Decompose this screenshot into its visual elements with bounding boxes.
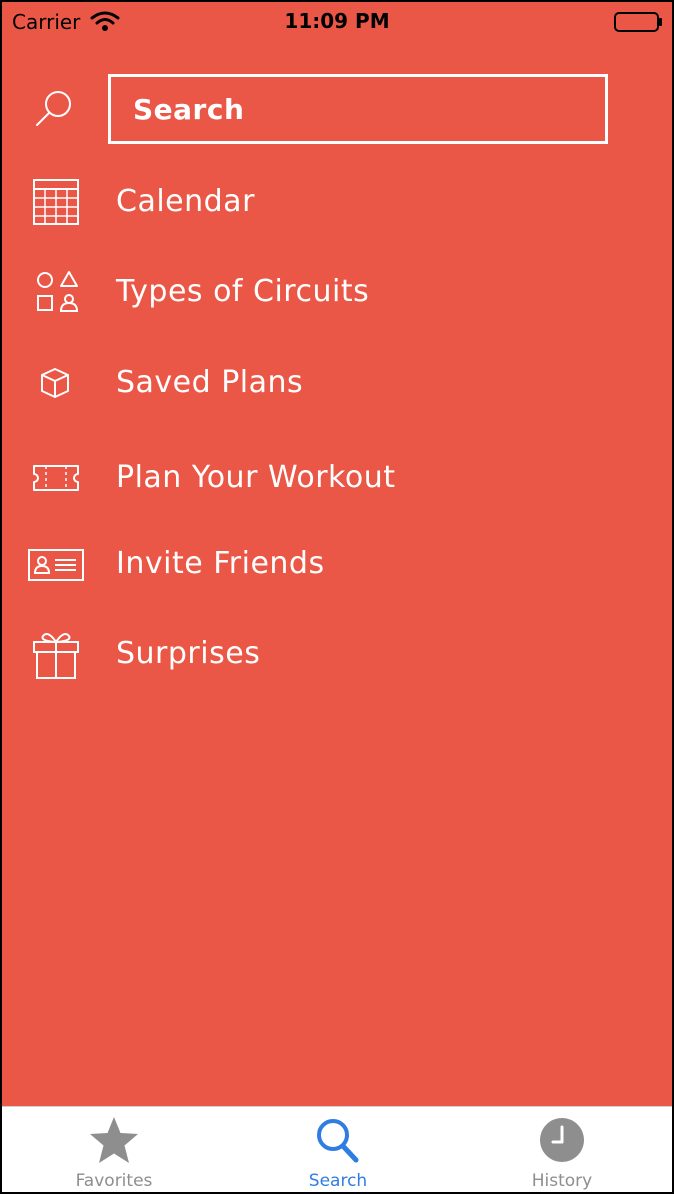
gift-icon	[33, 633, 79, 679]
tab-label: History	[531, 1171, 593, 1191]
box-icon	[41, 368, 69, 398]
search-input[interactable]: Search	[108, 74, 608, 144]
menu-item-saved-plans[interactable]: Saved Plans	[2, 351, 622, 415]
clock-icon	[540, 1118, 584, 1162]
menu-item-label: Calendar	[116, 184, 255, 219]
menu-item-label: Plan Your Workout	[116, 460, 396, 495]
menu-item-label: Invite Friends	[116, 546, 325, 581]
menu-item-plan-your-workout[interactable]: Plan Your Workout	[2, 446, 622, 510]
ticket-icon	[33, 465, 79, 491]
menu-item-label: Surprises	[116, 636, 261, 671]
status-time: 11:09 PM	[284, 9, 390, 33]
star-icon	[90, 1117, 138, 1163]
tab-history[interactable]: History	[450, 1107, 672, 1192]
tab-label: Favorites	[75, 1171, 153, 1191]
menu-item-label: Types of Circuits	[116, 274, 370, 309]
menu-item-types-of-circuits[interactable]: Types of Circuits	[2, 260, 622, 324]
status-bar: Carrier 11:09 PM	[2, 2, 672, 42]
search-placeholder: Search	[133, 92, 245, 126]
menu-item-surprises[interactable]: Surprises	[2, 622, 622, 686]
tab-favorites[interactable]: Favorites	[2, 1107, 226, 1192]
battery-icon	[614, 12, 662, 32]
shapes-icon	[37, 271, 79, 312]
tab-bar: Favorites Search History	[2, 1106, 672, 1192]
id-card-icon	[28, 549, 84, 581]
menu-item-calendar[interactable]: Calendar	[2, 170, 622, 234]
search-glass-icon[interactable]	[32, 88, 76, 128]
calendar-icon	[33, 179, 79, 225]
search-icon	[317, 1119, 359, 1163]
menu-item-label: Saved Plans	[116, 365, 304, 400]
app-screen: Carrier 11:09 PM Search Calendar Types o…	[0, 0, 674, 1194]
tab-label: Search	[308, 1171, 368, 1191]
tab-search[interactable]: Search	[226, 1107, 450, 1192]
menu-item-invite-friends[interactable]: Invite Friends	[2, 532, 622, 596]
